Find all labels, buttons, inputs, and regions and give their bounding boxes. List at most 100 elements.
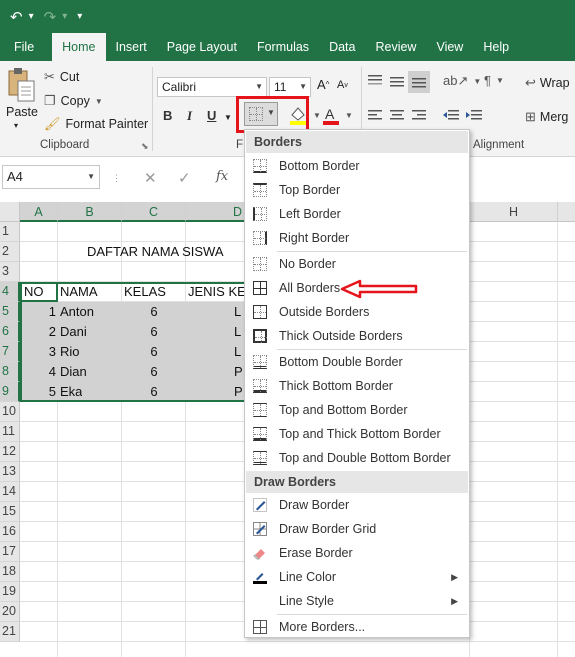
- row-header[interactable]: 2: [0, 242, 20, 262]
- name-box[interactable]: A4 ▼: [2, 165, 100, 189]
- undo-dropdown-icon[interactable]: ▾: [29, 11, 34, 22]
- row-header[interactable]: 19: [0, 582, 20, 602]
- menu-item-top-and-double-bottom-border[interactable]: Top and Double Bottom Border: [246, 446, 468, 470]
- row-header[interactable]: 7: [0, 342, 20, 362]
- align-top-icon[interactable]: [368, 75, 382, 87]
- paste-button[interactable]: Paste: [6, 105, 38, 119]
- table-cell[interactable]: 6: [122, 322, 186, 342]
- header-cell[interactable]: NO: [24, 282, 44, 302]
- menu-item-line-color[interactable]: Line Color ▶: [246, 565, 468, 589]
- font-size-combo[interactable]: 11 ▼: [269, 77, 311, 97]
- table-cell[interactable]: Anton: [60, 302, 94, 322]
- select-all-corner[interactable]: [0, 202, 20, 222]
- row-header[interactable]: 6: [0, 322, 20, 342]
- tab-data[interactable]: Data: [319, 33, 365, 61]
- menu-item-thick-bottom-border[interactable]: Thick Bottom Border: [246, 374, 468, 398]
- column-header-b[interactable]: B: [58, 202, 122, 222]
- header-cell[interactable]: JENIS KEL: [188, 282, 244, 302]
- tab-view[interactable]: View: [426, 33, 473, 61]
- tab-formulas[interactable]: Formulas: [247, 33, 319, 61]
- table-cell[interactable]: Dani: [60, 322, 87, 342]
- copy-button[interactable]: ❐ Copy ▼: [44, 93, 103, 109]
- menu-item-line-style[interactable]: Line Style ▶: [246, 589, 468, 613]
- column-header-next[interactable]: [558, 202, 575, 222]
- underline-button[interactable]: U: [207, 108, 216, 123]
- paste-icon[interactable]: [6, 67, 36, 103]
- align-center-icon[interactable]: [390, 109, 404, 121]
- table-cell[interactable]: 6: [122, 342, 186, 362]
- table-cell[interactable]: 4: [20, 362, 56, 382]
- font-color-button[interactable]: A ▼: [322, 105, 353, 125]
- header-cell[interactable]: NAMA: [60, 282, 98, 302]
- font-name-combo[interactable]: Calibri ▼: [157, 77, 267, 97]
- table-cell[interactable]: P: [234, 362, 243, 382]
- menu-item-top-and-thick-bottom-border[interactable]: Top and Thick Bottom Border: [246, 422, 468, 446]
- row-header[interactable]: 5: [0, 302, 20, 322]
- menu-item-right-border[interactable]: Right Border: [246, 226, 468, 250]
- column-header-c[interactable]: C: [122, 202, 186, 222]
- table-cell[interactable]: 5: [20, 382, 56, 402]
- header-cell[interactable]: KELAS: [124, 282, 166, 302]
- underline-dropdown-icon[interactable]: ▼: [224, 113, 232, 122]
- grow-font-icon[interactable]: A ^: [317, 77, 329, 92]
- table-cell[interactable]: L: [234, 322, 241, 342]
- row-header[interactable]: 10: [0, 402, 20, 422]
- cut-button[interactable]: ✂ Cut: [44, 69, 79, 85]
- column-header-a[interactable]: A: [20, 202, 58, 222]
- enter-icon[interactable]: ✓: [178, 169, 191, 187]
- row-header[interactable]: 16: [0, 522, 20, 542]
- decrease-indent-icon[interactable]: [443, 109, 459, 121]
- row-header[interactable]: 11: [0, 422, 20, 442]
- align-right-icon[interactable]: [412, 109, 426, 121]
- table-cell[interactable]: Rio: [60, 342, 80, 362]
- cancel-icon[interactable]: ✕: [144, 169, 157, 187]
- menu-item-draw-border-grid[interactable]: Draw Border Grid: [246, 517, 468, 541]
- tab-help[interactable]: Help: [473, 33, 519, 61]
- row-header[interactable]: 14: [0, 482, 20, 502]
- table-cell[interactable]: 2: [20, 322, 56, 342]
- row-header[interactable]: 12: [0, 442, 20, 462]
- row-header[interactable]: 8: [0, 362, 20, 382]
- paragraph-direction-icon[interactable]: ¶ ▼: [484, 73, 504, 88]
- row-header[interactable]: 17: [0, 542, 20, 562]
- table-cell[interactable]: 6: [122, 302, 186, 322]
- format-painter-button[interactable]: 🖌 Format Painter: [44, 116, 148, 132]
- tab-home[interactable]: Home: [52, 33, 106, 61]
- bold-button[interactable]: B: [163, 108, 172, 123]
- tab-review[interactable]: Review: [365, 33, 426, 61]
- table-cell[interactable]: L: [234, 342, 241, 362]
- wrap-text-button[interactable]: ↩ Wrap: [525, 75, 570, 91]
- row-header[interactable]: 13: [0, 462, 20, 482]
- column-header-h[interactable]: H: [470, 202, 558, 222]
- table-cell[interactable]: Eka: [60, 382, 82, 402]
- align-bottom-icon[interactable]: [408, 71, 430, 93]
- row-header[interactable]: 4: [0, 282, 20, 302]
- row-header[interactable]: 1: [0, 222, 20, 242]
- menu-item-top-and-bottom-border[interactable]: Top and Bottom Border: [246, 398, 468, 422]
- row-header[interactable]: 9: [0, 382, 20, 402]
- shrink-font-icon[interactable]: Av: [337, 79, 348, 91]
- row-header[interactable]: 15: [0, 502, 20, 522]
- table-cell[interactable]: P: [234, 382, 243, 402]
- clipboard-launcher-icon[interactable]: ⬊: [141, 141, 149, 152]
- menu-item-outside-borders[interactable]: Outside Borders: [246, 300, 468, 324]
- menu-item-more-borders[interactable]: More Borders...: [246, 615, 468, 639]
- italic-button[interactable]: I: [187, 108, 192, 124]
- row-header[interactable]: 21: [0, 622, 20, 642]
- menu-item-bottom-double-border[interactable]: Bottom Double Border: [246, 350, 468, 374]
- insert-function-icon[interactable]: fx: [216, 169, 228, 184]
- menu-item-thick-outside-borders[interactable]: Thick Outside Borders: [246, 324, 468, 348]
- row-header[interactable]: 18: [0, 562, 20, 582]
- customize-quick-access-icon[interactable]: ▾: [77, 11, 82, 22]
- merge-center-button[interactable]: ⊞ Merg: [525, 109, 568, 125]
- align-left-icon[interactable]: [368, 109, 382, 121]
- row-header[interactable]: 3: [0, 262, 20, 282]
- table-cell[interactable]: 6: [122, 362, 186, 382]
- orientation-icon[interactable]: ab↗ ▼: [443, 73, 481, 89]
- tab-insert[interactable]: Insert: [106, 33, 157, 61]
- menu-item-no-border[interactable]: No Border: [246, 252, 468, 276]
- table-cell[interactable]: Dian: [60, 362, 87, 382]
- increase-indent-icon[interactable]: [466, 109, 482, 121]
- sheet-title[interactable]: DAFTAR NAMA SISWA: [87, 242, 224, 262]
- undo-icon[interactable]: ↶: [10, 8, 23, 26]
